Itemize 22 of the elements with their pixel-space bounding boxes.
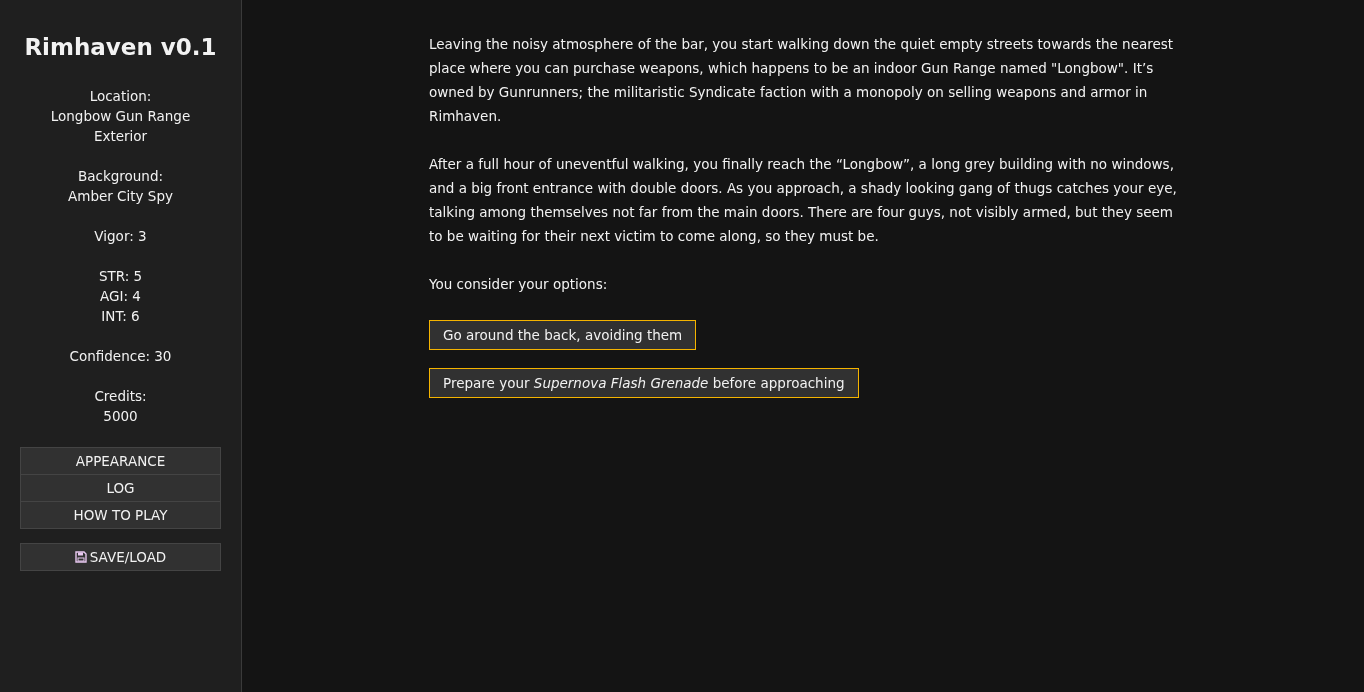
stat-text: AGI: 4	[99, 287, 142, 306]
stat-text: Confidence: 30	[69, 347, 172, 366]
stat-text: Exterior	[92, 127, 149, 146]
stat-text: 5000	[102, 407, 139, 426]
stat-text: Location:	[88, 87, 153, 106]
stat-text: Background:	[76, 167, 165, 186]
stat-text: Vigor: 3	[94, 227, 147, 246]
story-paragraph: After a full hour of uneventful walking, you finally reach the “Longbow”, a long grey building with no windows, and a big front entrance with double doors. As you approach, a shady looking gang of thugs catches your eye, talking among themselves not far from the main doors. There are four guys, not visibly armed, but they seem to be waiting for their next victim to come along, so they must be.	[429, 155, 1178, 246]
menu-button[interactable]: LOG	[20, 474, 221, 502]
stat-text: Longbow Gun Range	[50, 107, 191, 126]
stat-text: Amber City Spy	[68, 187, 173, 206]
stat-text: INT: 6	[100, 307, 141, 326]
choice-button[interactable]: Prepare your Supernova Flash Grenade before approaching	[429, 368, 859, 398]
menu-button[interactable]: APPEARANCE	[20, 447, 221, 475]
choice-button[interactable]: Go around the back, avoiding them	[429, 320, 697, 350]
stat-text: Credits:	[94, 387, 147, 406]
story-paragraph: You consider your options:	[429, 275, 609, 294]
stat-text: STR: 5	[98, 267, 143, 286]
story-paragraph: Leaving the noisy atmosphere of the bar, you start walking down the quiet empty streets towards the nearest place where you can purchase weapons, which happens to be an indoor Gun Range named "Longbow". It’s owned by Gunrunners; the militaristic Syndicate faction with a monopoly on selling weapons and armor in Rimhaven.	[429, 35, 1175, 126]
save-load-button[interactable]: SAVE/LOAD	[20, 543, 221, 571]
menu-button[interactable]: HOW TO PLAY	[20, 501, 221, 529]
game-title: Rimhaven v0.1	[24, 34, 217, 60]
